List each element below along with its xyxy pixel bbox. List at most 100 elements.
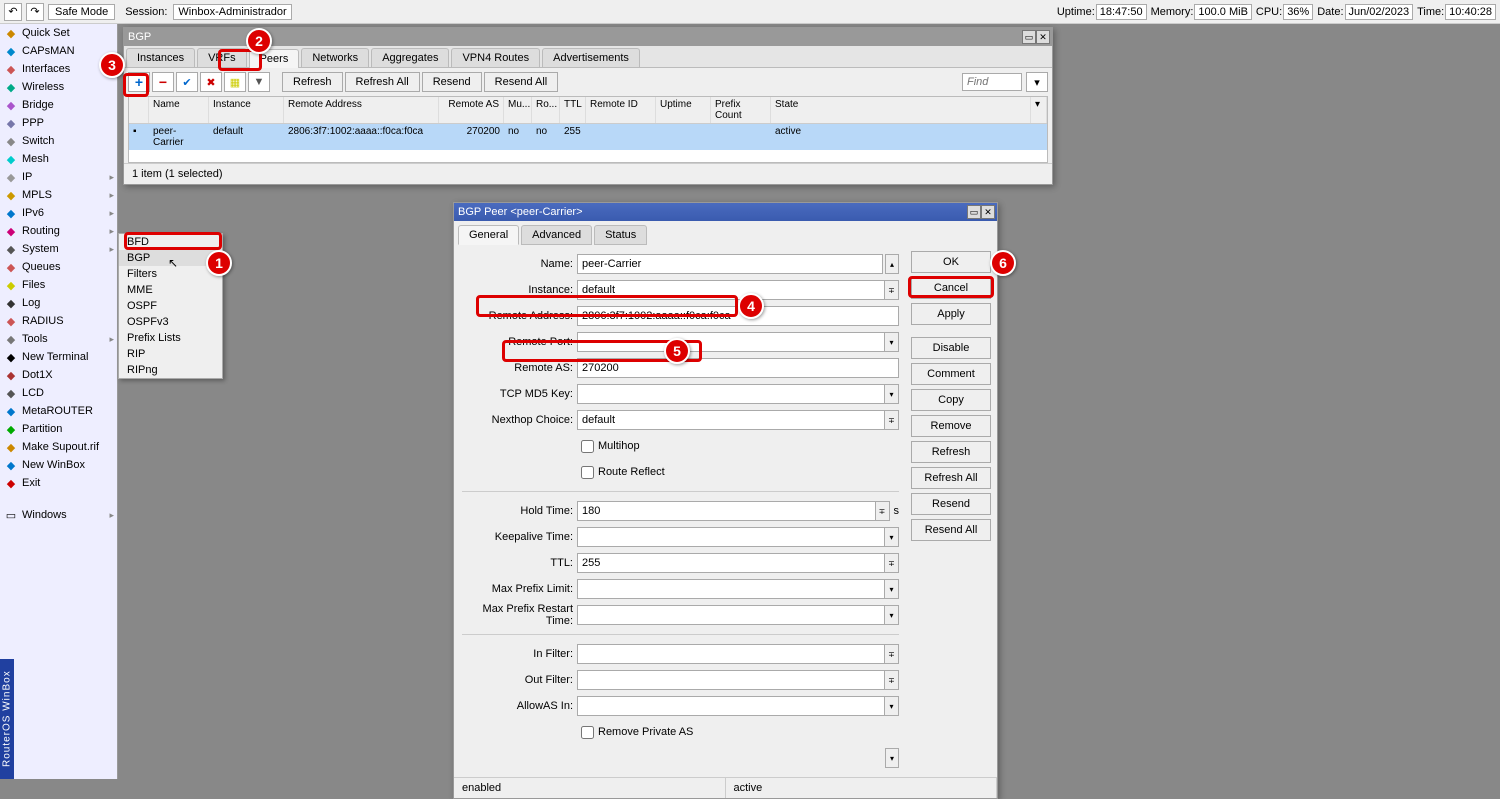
out-filter-input[interactable] bbox=[577, 670, 885, 690]
dropdown-icon[interactable]: ∓ bbox=[885, 410, 899, 430]
sidebar-item-routing[interactable]: ◆Routing▸ bbox=[0, 222, 117, 240]
col-route-reflect[interactable]: Ro... bbox=[532, 97, 560, 123]
col-remote-id[interactable]: Remote ID bbox=[586, 97, 656, 123]
ok-button[interactable]: OK bbox=[911, 251, 991, 273]
sidebar-item-make-supout-rif[interactable]: ◆Make Supout.rif bbox=[0, 438, 117, 456]
filter-button[interactable]: ▼ bbox=[248, 72, 270, 92]
down-arrow-icon[interactable]: ▾ bbox=[885, 748, 899, 768]
remote-as-input[interactable] bbox=[577, 358, 899, 378]
ttl-input[interactable] bbox=[577, 553, 885, 573]
safe-mode-button[interactable]: Safe Mode bbox=[48, 4, 115, 20]
sidebar-item-capsman[interactable]: ◆CAPsMAN bbox=[0, 42, 117, 60]
refresh-all-button[interactable]: Refresh All bbox=[345, 72, 420, 92]
submenu-item-prefix-lists[interactable]: Prefix Lists bbox=[119, 330, 222, 346]
dropdown-icon[interactable]: ▾ bbox=[885, 384, 899, 404]
resend-all-button[interactable]: Resend All bbox=[911, 519, 991, 541]
add-button[interactable]: + bbox=[128, 72, 150, 92]
max-prefix-input[interactable] bbox=[577, 579, 885, 599]
disable-button[interactable]: ✖ bbox=[200, 72, 222, 92]
minimize-icon[interactable]: ▭ bbox=[967, 205, 981, 219]
resend-button[interactable]: Resend bbox=[911, 493, 991, 515]
sidebar-item-exit[interactable]: ◆Exit bbox=[0, 474, 117, 492]
tab-aggregates[interactable]: Aggregates bbox=[371, 48, 449, 67]
refresh-button[interactable]: Refresh bbox=[282, 72, 343, 92]
submenu-item-ospfv3[interactable]: OSPFv3 bbox=[119, 314, 222, 330]
remove-private-checkbox[interactable] bbox=[581, 726, 594, 739]
tab-advanced[interactable]: Advanced bbox=[521, 225, 592, 245]
remove-button[interactable]: Remove bbox=[911, 415, 991, 437]
close-icon[interactable]: ✕ bbox=[1036, 30, 1050, 44]
apply-button[interactable]: Apply bbox=[911, 303, 991, 325]
resend-button[interactable]: Resend bbox=[422, 72, 482, 92]
keepalive-input[interactable] bbox=[577, 527, 885, 547]
sidebar-item-files[interactable]: ◆Files bbox=[0, 276, 117, 294]
col-name[interactable]: Name bbox=[149, 97, 209, 123]
dropdown-icon[interactable]: ∓ bbox=[885, 670, 899, 690]
dropdown-icon[interactable]: ▾ bbox=[885, 527, 899, 547]
refresh-button[interactable]: Refresh bbox=[911, 441, 991, 463]
in-filter-input[interactable] bbox=[577, 644, 885, 664]
dropdown-icon[interactable]: ∓ bbox=[885, 644, 899, 664]
submenu-item-ripng[interactable]: RIPng bbox=[119, 362, 222, 378]
disable-button[interactable]: Disable bbox=[911, 337, 991, 359]
copy-button[interactable]: Copy bbox=[911, 389, 991, 411]
col-instance[interactable]: Instance bbox=[209, 97, 284, 123]
comment-button[interactable]: ▦ bbox=[224, 72, 246, 92]
sidebar-item-ipv6[interactable]: ◆IPv6▸ bbox=[0, 204, 117, 222]
col-ttl[interactable]: TTL bbox=[560, 97, 586, 123]
sidebar-item-tools[interactable]: ◆Tools▸ bbox=[0, 330, 117, 348]
find-input[interactable] bbox=[962, 73, 1022, 91]
col-remote-address[interactable]: Remote Address bbox=[284, 97, 439, 123]
sidebar-item-partition[interactable]: ◆Partition bbox=[0, 420, 117, 438]
up-arrow-icon[interactable]: ▴ bbox=[885, 254, 899, 274]
sidebar-item-new-terminal[interactable]: ◆New Terminal bbox=[0, 348, 117, 366]
multihop-checkbox[interactable] bbox=[581, 440, 594, 453]
submenu-item-mme[interactable]: MME bbox=[119, 282, 222, 298]
sidebar-item-wireless[interactable]: ◆Wireless bbox=[0, 78, 117, 96]
dropdown-icon[interactable]: ▾ bbox=[885, 696, 899, 716]
sidebar-item-ip[interactable]: ◆IP▸ bbox=[0, 168, 117, 186]
sidebar-item-lcd[interactable]: ◆LCD bbox=[0, 384, 117, 402]
tab-networks[interactable]: Networks bbox=[301, 48, 369, 67]
col-prefix-count[interactable]: Prefix Count bbox=[711, 97, 771, 123]
col-state[interactable]: State bbox=[771, 97, 1031, 123]
col-remote-as[interactable]: Remote AS bbox=[439, 97, 504, 123]
sidebar-item-system[interactable]: ◆System▸ bbox=[0, 240, 117, 258]
sidebar-item-log[interactable]: ◆Log bbox=[0, 294, 117, 312]
undo-icon[interactable]: ↶ bbox=[4, 3, 22, 21]
find-dropdown[interactable]: ▾ bbox=[1026, 72, 1048, 92]
col-uptime[interactable]: Uptime bbox=[656, 97, 711, 123]
remote-port-input[interactable] bbox=[577, 332, 885, 352]
dropdown-icon[interactable]: ∓ bbox=[885, 553, 899, 573]
sidebar-item-new-winbox[interactable]: ◆New WinBox bbox=[0, 456, 117, 474]
dropdown-icon[interactable]: ▾ bbox=[885, 332, 899, 352]
allow-as-input[interactable] bbox=[577, 696, 885, 716]
resend-all-button[interactable]: Resend All bbox=[484, 72, 559, 92]
name-input[interactable] bbox=[577, 254, 883, 274]
sidebar-item-mesh[interactable]: ◆Mesh bbox=[0, 150, 117, 168]
close-icon[interactable]: ✕ bbox=[981, 205, 995, 219]
tab-vrfs[interactable]: VRFs bbox=[197, 48, 247, 67]
max-restart-input[interactable] bbox=[577, 605, 885, 625]
tab-vpn4-routes[interactable]: VPN4 Routes bbox=[451, 48, 540, 67]
tab-advertisements[interactable]: Advertisements bbox=[542, 48, 640, 67]
tab-status[interactable]: Status bbox=[594, 225, 647, 245]
redo-icon[interactable]: ↷ bbox=[26, 3, 44, 21]
nexthop-input[interactable] bbox=[577, 410, 885, 430]
sidebar-item-quick-set[interactable]: ◆Quick Set bbox=[0, 24, 117, 42]
sidebar-item-queues[interactable]: ◆Queues bbox=[0, 258, 117, 276]
sidebar-item-mpls[interactable]: ◆MPLS▸ bbox=[0, 186, 117, 204]
dropdown-icon[interactable]: ∓ bbox=[876, 501, 890, 521]
sidebar-item-ppp[interactable]: ◆PPP bbox=[0, 114, 117, 132]
enable-button[interactable]: ✔ bbox=[176, 72, 198, 92]
dropdown-icon[interactable]: ▾ bbox=[885, 605, 899, 625]
sidebar-item-windows[interactable]: ▭ Windows ▸ bbox=[0, 506, 117, 524]
sidebar-item-bridge[interactable]: ◆Bridge bbox=[0, 96, 117, 114]
sidebar-item-dot1x[interactable]: ◆Dot1X bbox=[0, 366, 117, 384]
tab-general[interactable]: General bbox=[458, 225, 519, 245]
sidebar-item-metarouter[interactable]: ◆MetaROUTER bbox=[0, 402, 117, 420]
route-reflect-checkbox[interactable] bbox=[581, 466, 594, 479]
dropdown-icon[interactable]: ∓ bbox=[885, 280, 899, 300]
tab-instances[interactable]: Instances bbox=[126, 48, 195, 67]
hold-time-input[interactable] bbox=[577, 501, 876, 521]
